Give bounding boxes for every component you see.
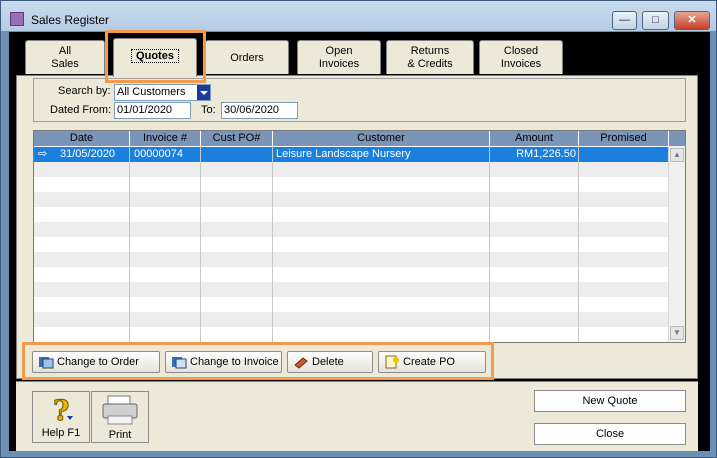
dated-from-label: Dated From: <box>50 104 112 116</box>
tab-label: & Credits <box>407 58 453 70</box>
search-by-label: Search by: <box>58 85 111 97</box>
change-to-order-icon <box>39 357 54 369</box>
column-header-date[interactable]: Date <box>34 131 130 146</box>
tab-label: Returns <box>410 45 450 57</box>
search-area: Search by: All Customers Dated From: 01/… <box>33 78 686 122</box>
search-by-select[interactable]: All Customers <box>114 84 211 101</box>
print-button[interactable]: Print <box>91 391 149 443</box>
sales-register-window: Sales Register — □ ✕ All Sales Quotes Or… <box>0 0 717 458</box>
button-label: Change to Invoice <box>190 356 279 368</box>
help-button[interactable]: ? Help F1 <box>32 391 90 443</box>
tab-closed-invoices[interactable]: Closed Invoices <box>479 40 563 74</box>
svg-text:?: ? <box>53 394 69 424</box>
column-header-invoice[interactable]: Invoice # <box>130 131 201 146</box>
to-label: To: <box>201 104 216 116</box>
window-title: Sales Register <box>31 13 110 27</box>
to-date-field[interactable]: 30/06/2020 <box>221 102 298 119</box>
column-divider <box>489 146 490 342</box>
cell-customer: Leisure Landscape Nursery <box>276 148 411 160</box>
change-to-invoice-icon <box>172 357 187 369</box>
title-bar[interactable]: Sales Register — □ ✕ <box>1 1 716 31</box>
column-divider <box>129 146 130 342</box>
tab-label: Closed <box>503 45 539 57</box>
button-label: Change to Order <box>57 356 139 368</box>
column-header-cust-po[interactable]: Cust PO# <box>201 131 273 146</box>
cell-invoice: 00000074 <box>134 148 183 160</box>
tab-returns-credits[interactable]: Returns & Credits <box>386 40 474 74</box>
delete-button[interactable]: Delete <box>287 351 373 373</box>
maximize-button[interactable]: □ <box>642 11 669 30</box>
chevron-down-icon[interactable] <box>197 85 210 100</box>
create-po-icon <box>385 355 399 369</box>
column-divider <box>578 146 579 342</box>
new-quote-button[interactable]: New Quote <box>534 390 686 412</box>
tab-label: Open <box>325 45 353 57</box>
tab-label: Quotes <box>131 49 179 63</box>
cell-amount: RM1,226.50 <box>516 148 576 160</box>
tab-orders[interactable]: Orders <box>205 40 289 74</box>
help-icon: ? <box>53 394 73 428</box>
cell-date: 31/05/2020 <box>60 148 116 160</box>
quotes-table: Date Invoice # Cust PO# Customer Amount … <box>33 130 686 343</box>
minimize-button[interactable]: — <box>612 11 637 30</box>
print-icon <box>102 395 138 425</box>
search-by-value: All Customers <box>117 86 186 98</box>
delete-icon <box>294 357 308 369</box>
print-label: Print <box>108 429 132 441</box>
tab-label: Orders <box>230 52 264 64</box>
column-divider <box>200 146 201 342</box>
button-label: Create PO <box>403 356 455 368</box>
app-icon <box>10 12 24 26</box>
create-po-button[interactable]: Create PO <box>378 351 486 373</box>
close-button[interactable]: Close <box>534 423 686 445</box>
column-header-promised[interactable]: Promised <box>579 131 669 146</box>
column-divider <box>272 146 273 342</box>
tab-quotes[interactable]: Quotes <box>113 38 197 77</box>
vertical-scrollbar[interactable]: ▲ ▼ <box>668 146 685 342</box>
tab-all-sales[interactable]: All Sales <box>25 40 105 74</box>
change-to-invoice-button[interactable]: Change to Invoice <box>165 351 282 373</box>
scroll-down-icon[interactable]: ▼ <box>670 326 684 340</box>
change-to-order-button[interactable]: Change to Order <box>32 351 160 373</box>
scroll-up-icon[interactable]: ▲ <box>670 148 684 162</box>
tab-open-invoices[interactable]: Open Invoices <box>297 40 381 74</box>
close-window-button[interactable]: ✕ <box>674 11 710 30</box>
tab-label: All <box>58 45 72 57</box>
tab-label: Invoices <box>500 58 542 70</box>
button-label: Delete <box>312 356 344 368</box>
tab-label: Invoices <box>318 58 360 70</box>
column-header-amount[interactable]: Amount <box>490 131 579 146</box>
tab-label: Sales <box>51 58 79 70</box>
dated-from-field[interactable]: 01/01/2020 <box>114 102 191 119</box>
table-header: Date Invoice # Cust PO# Customer Amount … <box>34 131 685 146</box>
help-label: Help F1 <box>41 427 81 439</box>
column-header-customer[interactable]: Customer <box>273 131 490 146</box>
row-pointer-icon: ⇨ <box>38 148 48 160</box>
